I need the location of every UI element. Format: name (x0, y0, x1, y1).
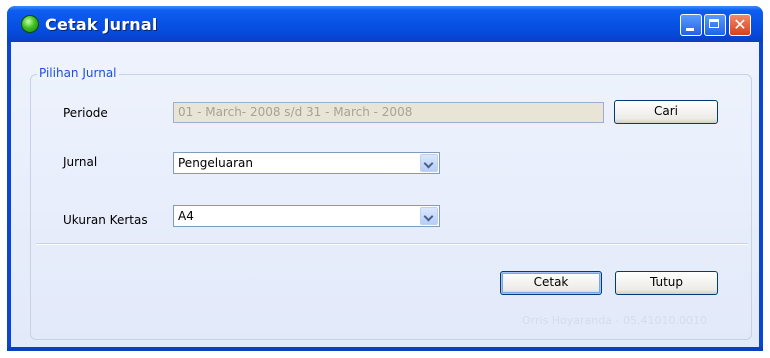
close-button[interactable]: ✕ (729, 14, 751, 36)
ukuran-kertas-label: Ukuran Kertas (63, 213, 148, 227)
author-watermark: Orris Hoyaranda - 05.41010.0010 (522, 314, 707, 327)
maximize-button[interactable] (704, 14, 726, 36)
window-bottom-border (7, 347, 763, 351)
section-divider (36, 243, 748, 245)
cari-button[interactable]: Cari (614, 100, 718, 124)
jurnal-label: Jurnal (63, 155, 98, 169)
window-title: Cetak Jurnal (45, 15, 158, 34)
jurnal-dropdown[interactable]: Pengeluaran (173, 152, 440, 174)
ukuran-selected-value: A4 (178, 209, 194, 223)
ukuran-kertas-dropdown[interactable]: A4 (173, 205, 440, 227)
periode-field: 01 - March- 2008 s/d 31 - March - 2008 (173, 102, 604, 123)
tutup-button[interactable]: Tutup (615, 271, 718, 295)
periode-label: Periode (63, 106, 108, 120)
minimize-button[interactable] (680, 14, 702, 36)
app-globe-icon (21, 15, 39, 33)
jurnal-selected-value: Pengeluaran (178, 156, 253, 170)
close-icon: ✕ (733, 15, 747, 34)
chevron-down-icon[interactable] (420, 154, 438, 172)
chevron-down-icon[interactable] (420, 207, 438, 225)
cetak-button[interactable]: Cetak (500, 271, 602, 295)
title-bar[interactable]: Cetak Jurnal ✕ (7, 6, 763, 42)
groupbox-legend: Pilihan Jurnal (37, 66, 119, 80)
